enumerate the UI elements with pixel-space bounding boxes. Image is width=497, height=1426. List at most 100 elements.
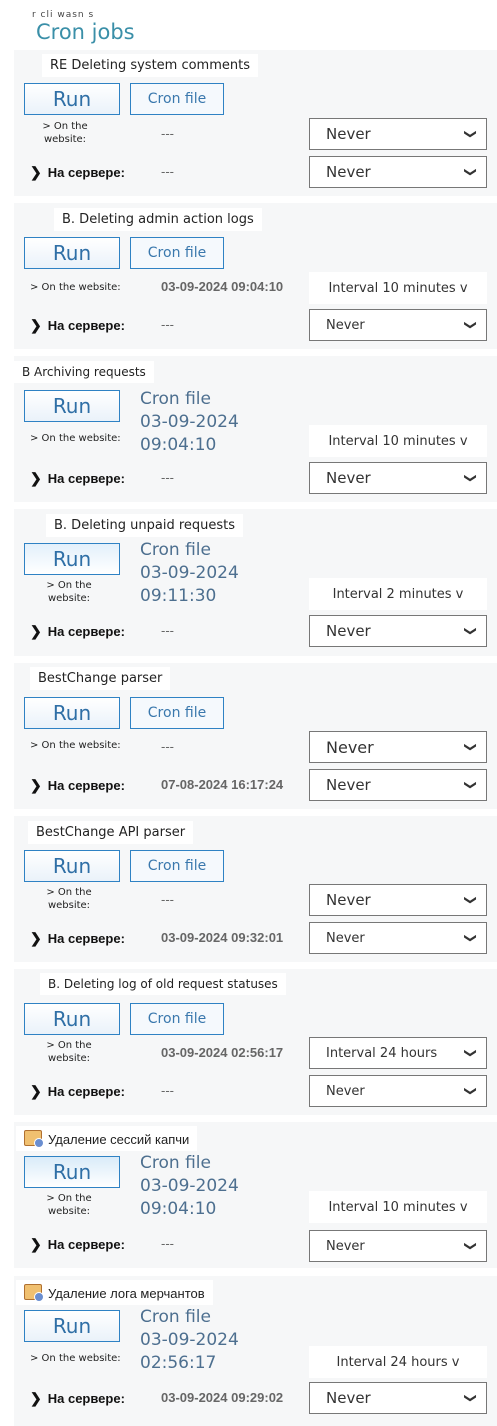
job-title: B Archiving requests (14, 361, 154, 383)
server-schedule-select[interactable]: Never ❯ (309, 462, 487, 494)
server-schedule-select[interactable]: Never ❯ (309, 615, 487, 647)
job-title: B. Deleting admin action logs (54, 208, 262, 231)
job-title: B. Deleting unpaid requests (46, 514, 244, 537)
on-website-label: > On the website: (46, 1040, 92, 1064)
cron-file-info[interactable]: Cron file 03-09-2024 02:56:17 (140, 1306, 239, 1375)
website-schedule-select[interactable]: Never ❯ (309, 118, 487, 150)
website-last-run: 03-09-2024 02:56:17 (161, 1045, 284, 1060)
on-website-label: > On the website: (30, 1353, 121, 1364)
run-button[interactable]: Run (24, 1156, 120, 1188)
cron-job-card: B. Deleting admin action logs Run Cron f… (14, 203, 497, 349)
chevron-right-icon: ❯ (30, 1390, 42, 1406)
server-last-run: --- (161, 1236, 174, 1251)
chevron-right-icon: ❯ (30, 1083, 42, 1099)
job-title: RE Deleting system comments (42, 54, 258, 77)
cron-job-card: Удаление лога мерчантов Run Cron file 03… (14, 1276, 497, 1426)
header-small-text: r cli wasn s (32, 10, 95, 20)
server-last-run: --- (161, 470, 174, 485)
on-website-label: > On the website: (42, 121, 88, 145)
run-button[interactable]: Run (24, 83, 120, 115)
on-server-label: ❯ На сервере: (30, 623, 125, 639)
chevron-right-icon: ❯ (30, 470, 42, 486)
cron-job-icon (24, 1284, 44, 1302)
on-website-label: > On the website: (46, 1193, 92, 1217)
cron-job-card: B. Deleting unpaid requests Run Cron fil… (14, 509, 497, 656)
chevron-down-icon: ❯ (463, 319, 478, 331)
run-button[interactable]: Run (24, 850, 120, 882)
chevron-down-icon: ❯ (463, 779, 478, 791)
chevron-down-icon: ❯ (463, 741, 478, 753)
cron-job-card: RE Deleting system comments Run Cron fil… (14, 50, 497, 196)
chevron-down-icon: ❯ (463, 472, 478, 484)
run-button[interactable]: Run (24, 1003, 120, 1035)
chevron-right-icon: ❯ (30, 164, 42, 180)
on-server-label: ❯ На сервере: (30, 930, 125, 946)
cron-file-button[interactable]: Cron file (130, 1003, 224, 1035)
on-website-label: > On the website: (46, 887, 92, 911)
on-server-label: ❯ На сервере: (30, 470, 125, 486)
website-schedule-select[interactable]: Interval 10 minutes v (309, 1191, 487, 1223)
chevron-down-icon: ❯ (463, 1392, 478, 1404)
cron-file-button[interactable]: Cron file (130, 237, 224, 269)
cron-file-button[interactable]: Cron file (130, 697, 224, 729)
website-schedule-select[interactable]: Never ❯ (309, 884, 487, 916)
chevron-down-icon: ❯ (463, 166, 478, 178)
cron-job-card: BestChange API parser Run Cron file > On… (14, 816, 497, 962)
website-schedule-select[interactable]: Interval 10 minutes v (309, 425, 487, 457)
website-schedule-select[interactable]: Interval 2 minutes v (309, 578, 487, 610)
website-schedule-select[interactable]: Never ❯ (309, 731, 487, 763)
website-last-run: --- (161, 126, 174, 141)
job-title: Удаление сессий капчи (16, 1126, 198, 1151)
chevron-right-icon: ❯ (30, 317, 42, 333)
server-last-run: 07-08-2024 16:17:24 (161, 777, 284, 792)
run-button[interactable]: Run (24, 543, 120, 575)
cron-job-card: Удаление сессий капчи Run Cron file 03-0… (14, 1122, 497, 1268)
chevron-right-icon: ❯ (30, 777, 42, 793)
chevron-down-icon: ❯ (463, 1085, 478, 1097)
chevron-down-icon: ❯ (463, 1047, 478, 1059)
on-website-label: > On the website: (30, 740, 121, 751)
page-title: Cron jobs (36, 20, 135, 44)
website-last-run: 03-09-2024 09:04:10 (161, 279, 284, 294)
job-title: B. Deleting log of old request statuses (40, 973, 286, 995)
chevron-down-icon: ❯ (463, 894, 478, 906)
run-button[interactable]: Run (24, 1310, 120, 1342)
chevron-down-icon: ❯ (463, 932, 478, 944)
website-schedule-select[interactable]: Interval 24 hours ❯ (309, 1037, 487, 1069)
job-title: BestChange API parser (28, 821, 194, 844)
on-server-label: ❯ На сервере: (30, 1390, 125, 1406)
cron-file-info[interactable]: Cron file 03-09-2024 09:11:30 (140, 539, 239, 608)
server-schedule-select[interactable]: Never ❯ (309, 1230, 487, 1262)
server-last-run: 03-09-2024 09:29:02 (161, 1390, 284, 1405)
run-button[interactable]: Run (24, 390, 120, 422)
cron-file-info[interactable]: Cron file 03-09-2024 09:04:10 (140, 388, 239, 457)
server-schedule-select[interactable]: Never ❯ (309, 1075, 487, 1107)
cron-file-info[interactable]: Cron file 03-09-2024 09:04:10 (140, 1152, 239, 1221)
server-schedule-select[interactable]: Never ❯ (309, 1382, 487, 1414)
run-button[interactable]: Run (24, 237, 120, 269)
server-schedule-select[interactable]: Never ❯ (309, 309, 487, 341)
server-last-run: 03-09-2024 09:32:01 (161, 930, 284, 945)
job-title: Удаление лога мерчантов (16, 1280, 213, 1305)
job-title: BestChange parser (30, 667, 171, 690)
cron-file-button[interactable]: Cron file (130, 850, 224, 882)
cron-job-card: BestChange parser Run Cron file > On the… (14, 663, 497, 809)
website-schedule-select[interactable]: Interval 24 hours v (309, 1346, 487, 1378)
chevron-down-icon: ❯ (463, 1240, 478, 1252)
run-button[interactable]: Run (24, 697, 120, 729)
cron-file-button[interactable]: Cron file (130, 83, 224, 115)
server-schedule-select[interactable]: Never ❯ (309, 156, 487, 188)
chevron-right-icon: ❯ (30, 623, 42, 639)
cron-job-icon (24, 1130, 44, 1148)
website-schedule-select[interactable]: Interval 10 minutes v (309, 272, 487, 304)
on-server-label: ❯ На сервере: (30, 777, 125, 793)
on-website-label: > On the website: (46, 580, 92, 604)
server-schedule-select[interactable]: Never ❯ (309, 769, 487, 801)
page-header: r cli wasn s Cron jobs (0, 0, 497, 50)
cron-job-card: B. Deleting log of old request statuses … (14, 969, 497, 1115)
server-schedule-select[interactable]: Never ❯ (309, 922, 487, 954)
server-last-run: --- (161, 164, 174, 179)
website-last-run: --- (161, 739, 174, 754)
on-server-label: ❯ На сервере: (30, 164, 125, 180)
chevron-down-icon: ❯ (463, 625, 478, 637)
